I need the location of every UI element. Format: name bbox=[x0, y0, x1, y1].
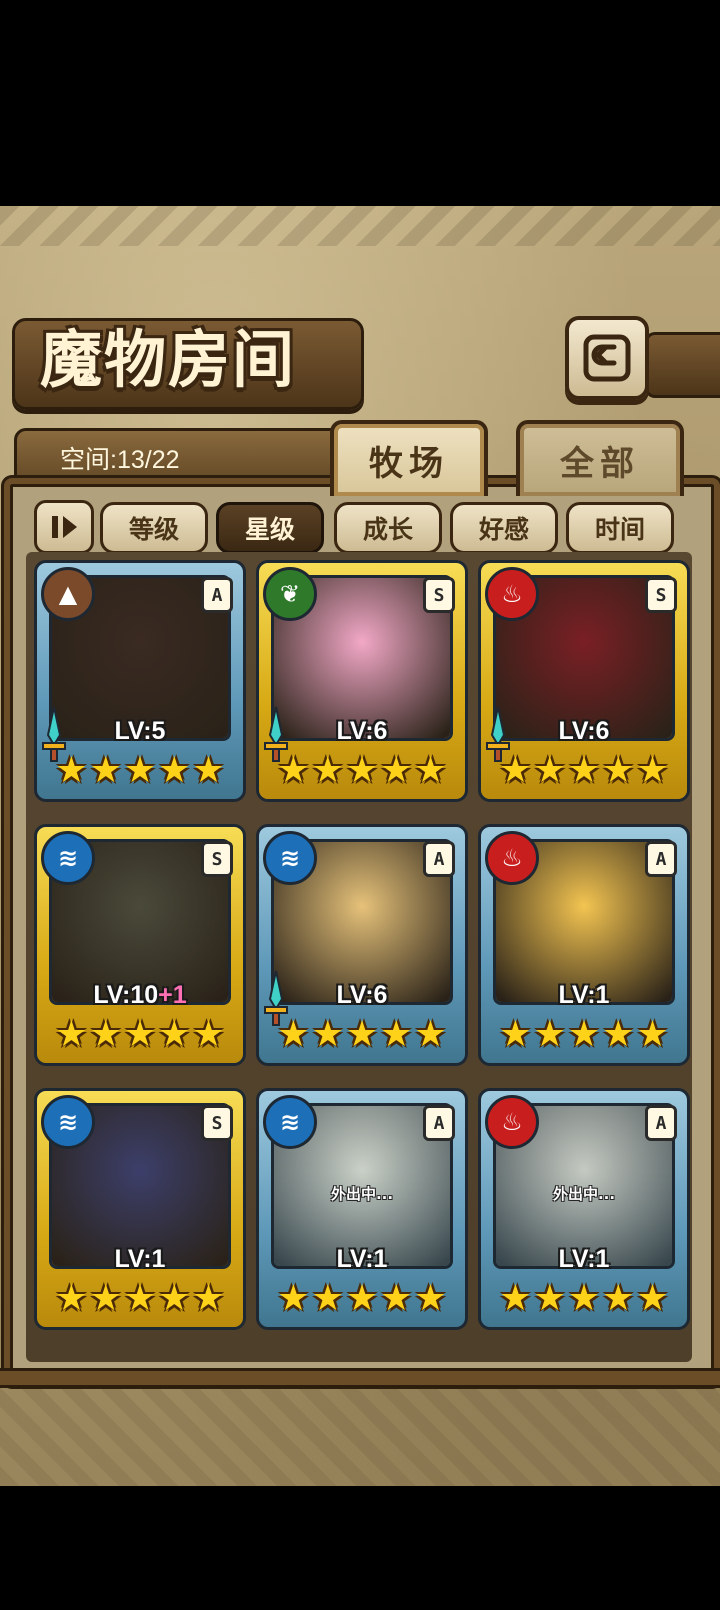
star-rating: ★ ★ ★ ★ ★ bbox=[55, 1278, 225, 1319]
monster-level: LV:1 bbox=[481, 981, 687, 1010]
sort-growth-label: 成长 bbox=[362, 515, 413, 544]
monster-level: LV:5 bbox=[37, 717, 243, 746]
sort-level-button[interactable]: 等级 bbox=[100, 502, 208, 554]
sort-star-button[interactable]: 星级 bbox=[216, 502, 324, 554]
element-fire-icon: ♨ bbox=[485, 831, 539, 885]
level-text: LV:5 bbox=[114, 717, 166, 745]
element-water-icon: ≋ bbox=[263, 831, 317, 885]
rank-badge: S bbox=[645, 577, 677, 613]
level-text: LV:1 bbox=[558, 981, 610, 1009]
element-water-icon: ≋ bbox=[263, 1095, 317, 1149]
away-status: 外出中... bbox=[552, 1185, 616, 1203]
sort-growth-button[interactable]: 成长 bbox=[334, 502, 442, 554]
monster-card[interactable]: ▲ A LV:5 ★ ★ ★ ★ ★ bbox=[34, 560, 246, 802]
element-water-icon: ≋ bbox=[41, 1095, 95, 1149]
monster-level: LV:6 bbox=[481, 717, 687, 746]
away-status: 外出中... bbox=[330, 1185, 394, 1203]
monster-level: LV:10+1 bbox=[37, 981, 243, 1010]
element-fire-icon: ♨ bbox=[485, 1095, 539, 1149]
sort-order-icon bbox=[52, 516, 77, 538]
monster-card[interactable]: ❦ S LV:6 ★ ★ ★ ★ ★ bbox=[256, 560, 468, 802]
star-rating: ★ ★ ★ ★ ★ bbox=[277, 750, 447, 791]
capacity-text: 空间:13/22 bbox=[60, 446, 180, 474]
page-title: 魔物房间 bbox=[40, 323, 297, 396]
sort-affection-label: 好感 bbox=[478, 515, 529, 544]
star-rating: ★ ★ ★ ★ ★ bbox=[55, 1014, 225, 1055]
back-arrow-icon bbox=[583, 334, 631, 382]
rank-badge: S bbox=[423, 577, 455, 613]
rank-badge: S bbox=[201, 1105, 233, 1141]
sort-time-label: 时间 bbox=[594, 515, 645, 544]
rank-badge: A bbox=[645, 841, 677, 877]
monster-card[interactable]: ≋ S LV:1 ★ ★ ★ ★ ★ bbox=[34, 1088, 246, 1330]
level-bonus: +1 bbox=[158, 981, 187, 1009]
star-rating: ★ ★ ★ ★ ★ bbox=[277, 1014, 447, 1055]
monster-card[interactable]: ♨ A LV:1 ★ ★ ★ ★ ★ bbox=[478, 824, 690, 1066]
element-water-icon: ≋ bbox=[41, 831, 95, 885]
level-text: LV:6 bbox=[336, 981, 388, 1009]
monster-card[interactable]: ≋ A 外出中... LV:1 ★ ★ ★ ★ ★ bbox=[256, 1088, 468, 1330]
star-rating: ★ ★ ★ ★ ★ bbox=[499, 1278, 669, 1319]
rank-badge: A bbox=[645, 1105, 677, 1141]
monster-card[interactable]: ≋ A LV:6 ★ ★ ★ ★ ★ bbox=[256, 824, 468, 1066]
level-text: LV:1 bbox=[336, 1245, 388, 1273]
rank-badge: A bbox=[423, 1105, 455, 1141]
monster-level: LV:6 bbox=[259, 717, 465, 746]
rank-badge: S bbox=[201, 841, 233, 877]
level-text: LV:6 bbox=[336, 717, 388, 745]
monster-card[interactable]: ≋ S LV:10+1 ★ ★ ★ ★ ★ bbox=[34, 824, 246, 1066]
tab-all[interactable]: 全部 bbox=[516, 420, 684, 496]
level-text: LV:1 bbox=[114, 1245, 166, 1273]
monster-card[interactable]: ♨ S LV:6 ★ ★ ★ ★ ★ bbox=[478, 560, 690, 802]
tab-all-label: 全部 bbox=[560, 443, 640, 484]
element-plant-icon: ❦ bbox=[263, 567, 317, 621]
monster-level: LV:1 bbox=[259, 1245, 465, 1274]
sort-affection-button[interactable]: 好感 bbox=[450, 502, 558, 554]
back-button-rail bbox=[645, 332, 720, 398]
star-rating: ★ ★ ★ ★ ★ bbox=[499, 1014, 669, 1055]
star-rating: ★ ★ ★ ★ ★ bbox=[55, 750, 225, 791]
level-text: LV:6 bbox=[558, 717, 610, 745]
level-text: LV:1 bbox=[558, 1245, 610, 1273]
rank-badge: A bbox=[423, 841, 455, 877]
element-earth-icon: ▲ bbox=[41, 567, 95, 621]
rank-badge: A bbox=[201, 577, 233, 613]
back-button[interactable] bbox=[565, 316, 649, 400]
sort-order-toggle[interactable] bbox=[34, 500, 94, 554]
tab-ranch[interactable]: 牧场 bbox=[330, 420, 488, 496]
star-rating: ★ ★ ★ ★ ★ bbox=[499, 750, 669, 791]
element-fire-icon: ♨ bbox=[485, 567, 539, 621]
monster-level: LV:1 bbox=[481, 1245, 687, 1274]
sort-time-button[interactable]: 时间 bbox=[566, 502, 674, 554]
sort-level-label: 等级 bbox=[128, 515, 179, 544]
monster-level: LV:1 bbox=[37, 1245, 243, 1274]
frame-bottom-rail bbox=[0, 1368, 720, 1388]
monster-grid: ▲ A LV:5 ★ ★ ★ ★ ★ ❦ S LV:6 ★ ★ ★ ★ ★ ♨ S LV:6 ★… bbox=[26, 552, 692, 1362]
level-text: LV:10 bbox=[93, 981, 159, 1009]
star-rating: ★ ★ ★ ★ ★ bbox=[277, 1278, 447, 1319]
tab-ranch-label: 牧场 bbox=[369, 443, 449, 484]
monster-card[interactable]: ♨ A 外出中... LV:1 ★ ★ ★ ★ ★ bbox=[478, 1088, 690, 1330]
monster-level: LV:6 bbox=[259, 981, 465, 1010]
sort-star-label: 星级 bbox=[244, 515, 295, 544]
